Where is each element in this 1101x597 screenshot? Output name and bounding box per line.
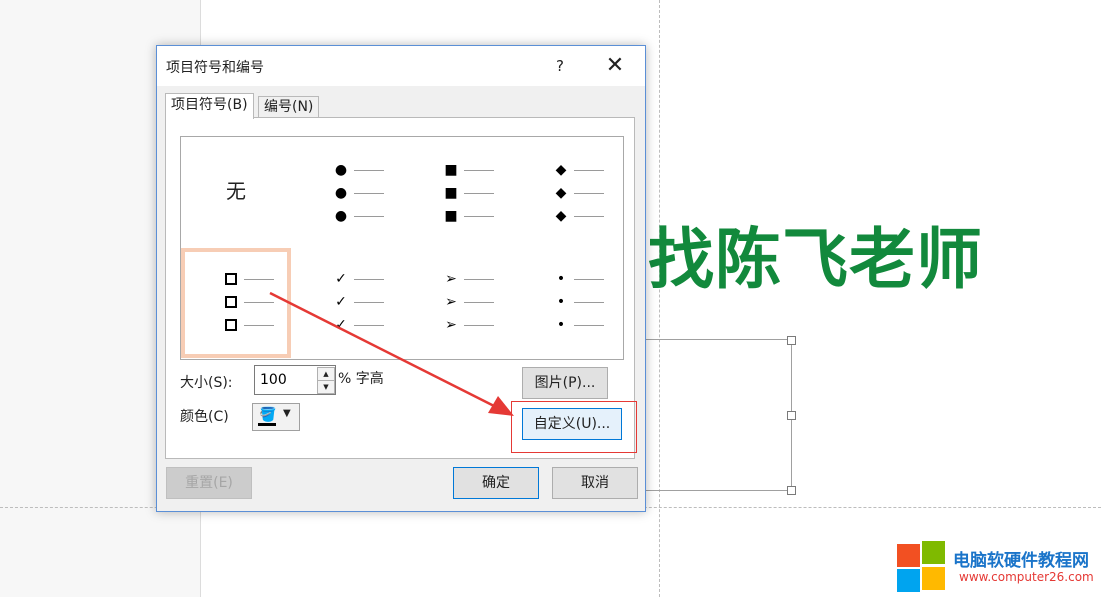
placeholder-textbox[interactable] bbox=[640, 336, 796, 495]
picture-button[interactable]: 图片(P)... bbox=[522, 367, 608, 399]
close-button[interactable]: ✕ bbox=[597, 52, 633, 80]
filled-square-icon: ■ bbox=[444, 208, 458, 224]
chevron-down-icon: ▼ bbox=[283, 408, 291, 419]
help-button[interactable]: ? bbox=[545, 54, 575, 78]
small-dot-icon: • bbox=[556, 317, 566, 333]
bullet-option-filled-circle[interactable]: ● ● ● bbox=[291, 137, 401, 247]
filled-circle-icon: ● bbox=[334, 208, 348, 224]
color-label: 颜色(C) bbox=[180, 409, 229, 425]
tab-bullets[interactable]: 项目符号(B) bbox=[165, 93, 254, 119]
small-dot-icon: • bbox=[556, 294, 566, 310]
small-dot-icon: • bbox=[556, 271, 566, 287]
bullets-panel: 无 ● ● ● ■ ■ ■ ◆ ◆ ◆ ✓ ✓ ✓ ➢ ➢ ➢ • • • 大小… bbox=[165, 117, 637, 459]
paint-bucket-icon: 🪣 bbox=[259, 407, 277, 423]
slide-title[interactable]: 找陈飞老师 bbox=[648, 206, 983, 302]
filled-diamond-icon: ◆ bbox=[555, 162, 567, 178]
hollow-square-icon bbox=[224, 269, 238, 289]
bullet-option-none[interactable]: 无 bbox=[181, 137, 291, 247]
bullets-numbering-dialog: 项目符号和编号 ? ✕ 项目符号(B) 编号(N) 无 ● ● ● ■ ■ ■ … bbox=[156, 45, 646, 512]
spin-down-icon[interactable]: ▼ bbox=[317, 380, 335, 394]
watermark-site-name: 电脑软硬件教程网 bbox=[953, 551, 1089, 571]
color-picker-button[interactable]: 🪣 ▼ bbox=[252, 403, 300, 431]
spin-up-icon[interactable]: ▲ bbox=[317, 367, 335, 381]
filled-square-icon: ■ bbox=[444, 185, 458, 201]
size-spinner[interactable]: ▲ ▼ bbox=[254, 365, 336, 395]
bullet-gallery: 无 ● ● ● ■ ■ ■ ◆ ◆ ◆ ✓ ✓ ✓ ➢ ➢ ➢ • • • bbox=[180, 136, 624, 360]
size-input[interactable] bbox=[258, 369, 314, 391]
arrowhead-icon: ➢ bbox=[445, 294, 457, 310]
windows-logo-icon bbox=[897, 541, 947, 592]
checkmark-icon: ✓ bbox=[335, 271, 347, 287]
color-swatch bbox=[258, 423, 276, 426]
size-label: 大小(S): bbox=[180, 375, 233, 391]
filled-diamond-icon: ◆ bbox=[555, 185, 567, 201]
dialog-titlebar[interactable]: 项目符号和编号 ? ✕ bbox=[157, 46, 645, 86]
checkmark-icon: ✓ bbox=[335, 317, 347, 333]
tab-numbering[interactable]: 编号(N) bbox=[258, 96, 320, 118]
cancel-button[interactable]: 取消 bbox=[552, 467, 638, 499]
resize-handle-right[interactable] bbox=[787, 411, 796, 420]
resize-handle-top-right[interactable] bbox=[787, 336, 796, 345]
checkmark-icon: ✓ bbox=[335, 294, 347, 310]
filled-square-icon: ■ bbox=[444, 162, 458, 178]
filled-circle-icon: ● bbox=[334, 185, 348, 201]
bullet-option-arrowhead[interactable]: ➢ ➢ ➢ bbox=[401, 248, 511, 358]
ok-button[interactable]: 确定 bbox=[453, 467, 539, 499]
reset-button[interactable]: 重置(E) bbox=[166, 467, 252, 499]
custom-button[interactable]: 自定义(U)... bbox=[522, 408, 622, 440]
watermark-url: www.computer26.com bbox=[959, 570, 1094, 584]
size-unit-label: % 字高 bbox=[338, 371, 384, 387]
bullet-option-filled-square[interactable]: ■ ■ ■ bbox=[401, 137, 511, 247]
hollow-square-icon bbox=[224, 292, 238, 312]
bullet-option-checkmark[interactable]: ✓ ✓ ✓ bbox=[291, 248, 401, 358]
filled-diamond-icon: ◆ bbox=[555, 208, 567, 224]
resize-handle-bottom-right[interactable] bbox=[787, 486, 796, 495]
bullet-option-hollow-square[interactable] bbox=[181, 248, 291, 358]
arrowhead-icon: ➢ bbox=[445, 271, 457, 287]
none-label: 无 bbox=[226, 179, 246, 203]
bullet-option-small-dot[interactable]: • • • bbox=[511, 248, 621, 358]
bullet-option-filled-diamond[interactable]: ◆ ◆ ◆ bbox=[511, 137, 621, 247]
filled-circle-icon: ● bbox=[334, 162, 348, 178]
arrowhead-icon: ➢ bbox=[445, 317, 457, 333]
hollow-square-icon bbox=[224, 315, 238, 335]
dialog-title: 项目符号和编号 bbox=[166, 60, 264, 76]
